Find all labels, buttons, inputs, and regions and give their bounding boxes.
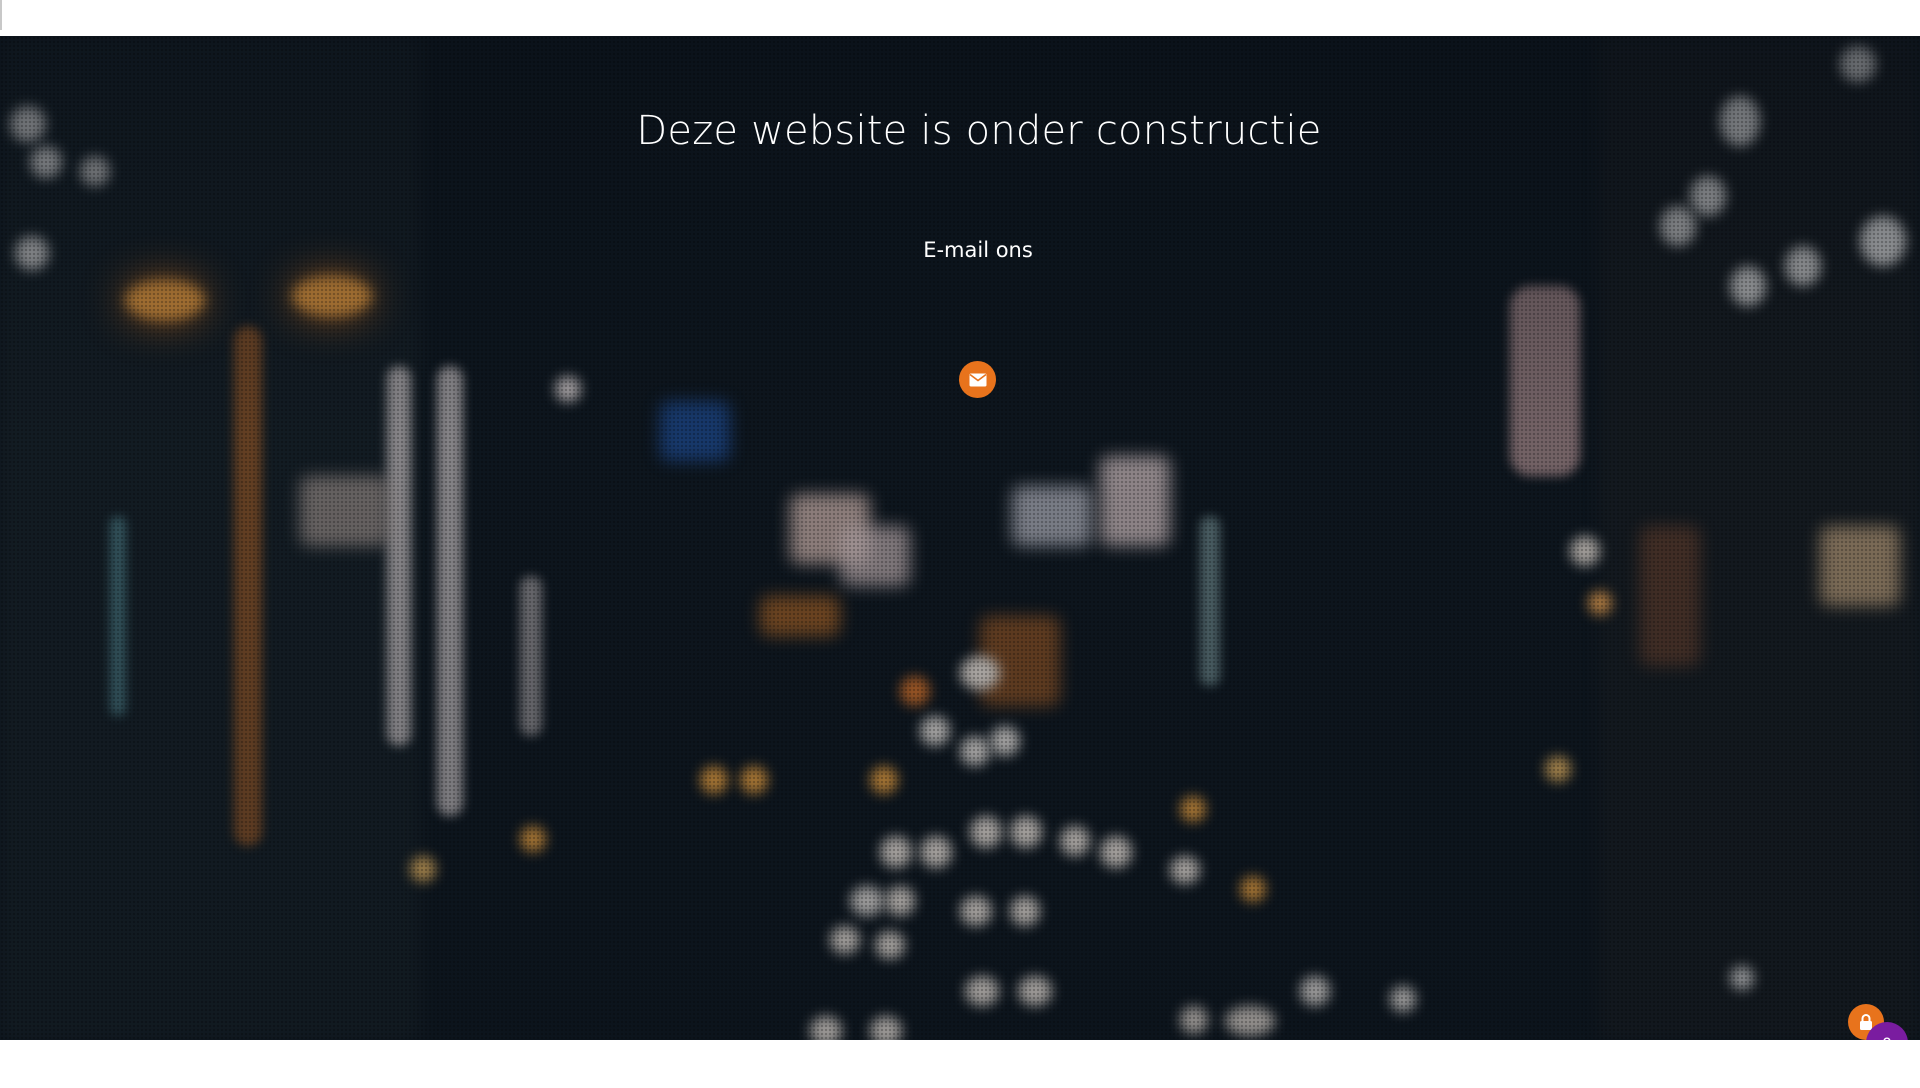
bottom-bar xyxy=(0,1040,1920,1088)
hero-section: Deze website is onder constructie E-mail… xyxy=(0,36,1920,1040)
page-title: Deze website is onder constructie xyxy=(636,108,1322,154)
background-city-lights-image xyxy=(0,36,1920,1040)
envelope-icon xyxy=(969,373,986,386)
email-button[interactable] xyxy=(959,361,996,398)
contact-label: E-mail ons xyxy=(923,238,1033,262)
left-edge-divider xyxy=(0,0,2,30)
top-bar xyxy=(0,0,1920,36)
